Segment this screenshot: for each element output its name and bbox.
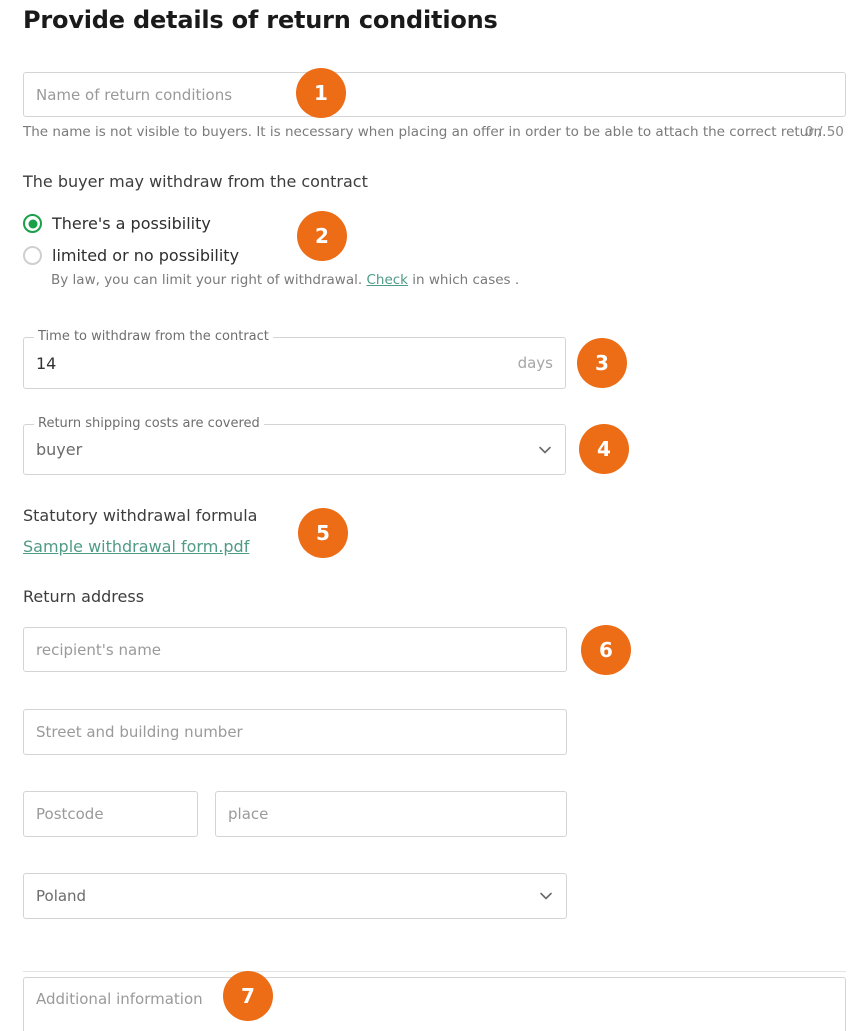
radio-indicator-limited[interactable] bbox=[23, 246, 42, 265]
recipient-name-placeholder: recipient's name bbox=[36, 640, 162, 659]
additional-information-placeholder: Additional information bbox=[36, 990, 203, 1008]
statutory-withdrawal-heading: Statutory withdrawal formula bbox=[23, 506, 258, 525]
street-input[interactable]: Street and building number bbox=[23, 709, 567, 755]
check-cases-link[interactable]: Check bbox=[366, 272, 408, 288]
withdrawal-note-before: By law, you can limit your right of with… bbox=[51, 272, 367, 288]
return-conditions-name-placeholder: Name of return conditions bbox=[36, 85, 233, 104]
annotation-badge-4: 4 bbox=[579, 424, 629, 474]
street-placeholder: Street and building number bbox=[36, 723, 243, 741]
shipping-costs-value: buyer bbox=[36, 440, 83, 459]
annotation-badge-5: 5 bbox=[298, 508, 348, 558]
return-address-heading: Return address bbox=[23, 587, 145, 606]
country-value: Poland bbox=[36, 887, 87, 905]
section-divider bbox=[23, 971, 846, 972]
radio-option-possibility[interactable]: There's a possibility bbox=[23, 214, 211, 233]
country-select[interactable]: Poland bbox=[23, 873, 567, 919]
annotation-badge-6: 6 bbox=[581, 625, 631, 675]
place-input[interactable]: place bbox=[215, 791, 567, 837]
radio-label-limited: limited or no possibility bbox=[52, 246, 240, 265]
radio-label-possibility: There's a possibility bbox=[52, 214, 211, 233]
character-counter: 0 / 50 bbox=[805, 124, 844, 140]
postcode-placeholder: Postcode bbox=[36, 805, 104, 823]
return-conditions-name-helper: The name is not visible to buyers. It is… bbox=[23, 124, 827, 140]
chevron-down-icon[interactable] bbox=[537, 442, 553, 458]
radio-option-limited[interactable]: limited or no possibility bbox=[23, 246, 239, 265]
annotation-badge-2: 2 bbox=[297, 211, 347, 261]
time-to-withdraw-value: 14 bbox=[36, 353, 57, 373]
time-to-withdraw-suffix: days bbox=[517, 354, 553, 372]
withdrawal-note: By law, you can limit your right of with… bbox=[51, 272, 519, 288]
recipient-name-input[interactable]: recipient's name bbox=[23, 627, 567, 672]
page-title: Provide details of return conditions bbox=[23, 6, 498, 34]
time-to-withdraw-input[interactable]: Time to withdraw from the contract 14 da… bbox=[23, 330, 566, 389]
radio-indicator-possibility[interactable] bbox=[23, 214, 42, 233]
annotation-badge-1: 1 bbox=[296, 68, 346, 118]
postcode-input[interactable]: Postcode bbox=[23, 791, 198, 837]
withdrawal-note-after: in which cases . bbox=[408, 272, 520, 288]
chevron-down-icon[interactable] bbox=[538, 888, 554, 904]
annotation-badge-7: 7 bbox=[223, 971, 273, 1021]
withdrawal-section-label: The buyer may withdraw from the contract bbox=[23, 172, 368, 191]
annotation-badge-3: 3 bbox=[577, 338, 627, 388]
return-conditions-name-input[interactable]: Name of return conditions bbox=[23, 72, 846, 117]
sample-withdrawal-form-link[interactable]: Sample withdrawal form.pdf bbox=[23, 537, 249, 556]
shipping-costs-select[interactable]: Return shipping costs are covered buyer bbox=[23, 417, 566, 475]
additional-information-textarea[interactable]: Additional information bbox=[23, 977, 846, 1031]
place-placeholder: place bbox=[228, 805, 269, 823]
return-conditions-form-page: Provide details of return conditions Nam… bbox=[0, 0, 856, 1031]
